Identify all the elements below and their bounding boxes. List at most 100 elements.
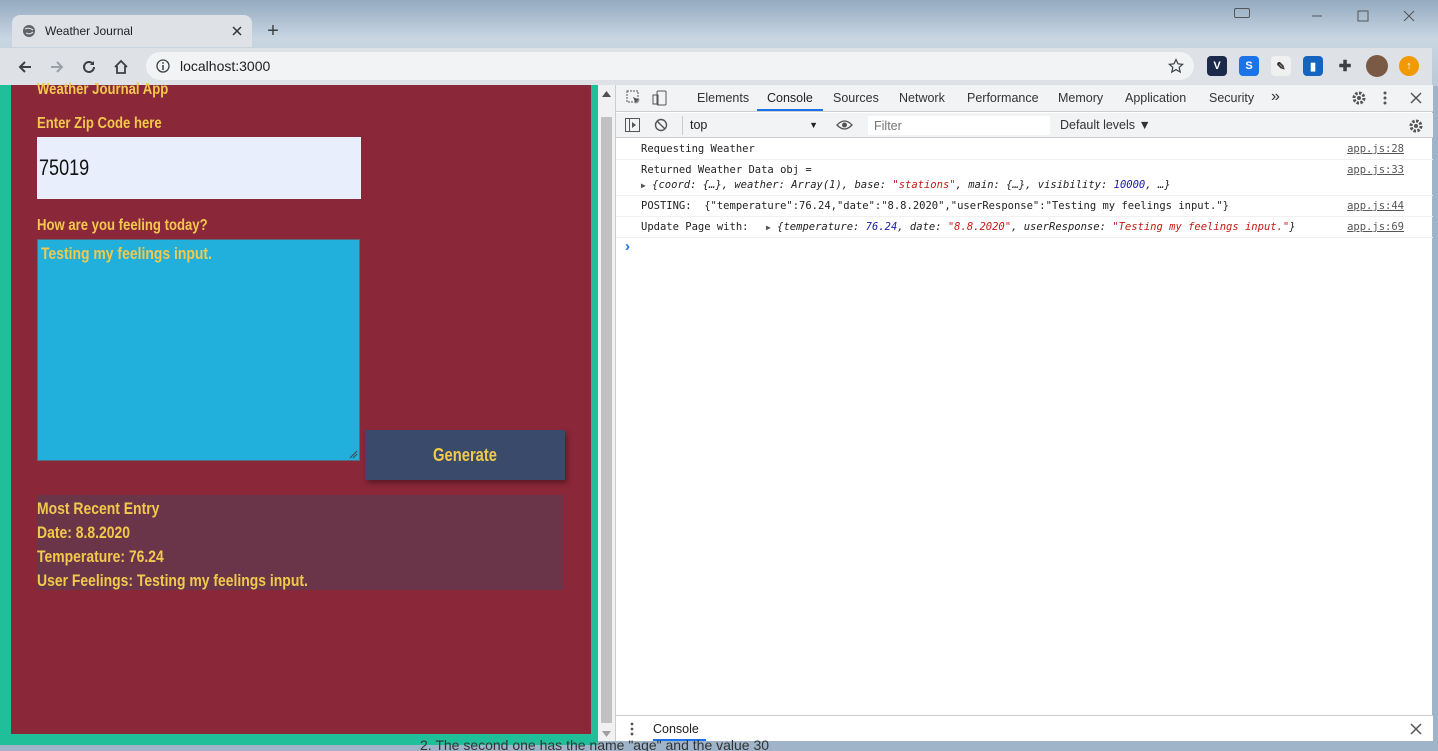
reload-button[interactable] [76, 54, 102, 80]
console-settings-icon[interactable] [1408, 118, 1424, 134]
obj-string: "stations" [892, 179, 956, 191]
clear-console-icon[interactable] [654, 118, 668, 132]
devtools-panel: Elements Console Sources Network Perform… [615, 85, 1433, 741]
close-icon [1403, 10, 1415, 22]
obj-part: {temperature: [777, 221, 866, 233]
source-link[interactable]: app.js:28 [1347, 143, 1404, 155]
drawer-tab-console[interactable]: Console [653, 722, 699, 736]
tab-elements[interactable]: Elements [697, 91, 749, 105]
weather-journal-page: Weather Journal App Enter Zip Code here … [11, 81, 591, 734]
obj-part: {coord: {…}, weather: Array(1), base: [652, 179, 893, 191]
recent-date: Date: 8.8.2020 [37, 523, 130, 542]
obj-string: "Testing my feelings input." [1112, 221, 1290, 233]
tab-sources[interactable]: Sources [833, 91, 879, 105]
message-text: Update Page with: [641, 221, 749, 233]
generate-button[interactable]: Generate [365, 430, 565, 480]
page-scrollbar[interactable] [598, 85, 615, 741]
gear-icon[interactable] [1351, 90, 1367, 106]
obj-part: , …} [1145, 179, 1171, 191]
recent-heading: Most Recent Entry [37, 499, 160, 518]
tab-security[interactable]: Security [1209, 91, 1254, 105]
active-tab-indicator [757, 109, 823, 111]
zip-value: 75019 [39, 155, 90, 180]
obj-part: } [1289, 221, 1296, 233]
recent-temperature: Temperature: 76.24 [37, 547, 164, 566]
plus-icon: + [267, 19, 279, 42]
resize-handle-icon[interactable] [349, 450, 358, 459]
info-icon [156, 59, 170, 73]
drawer-menu-icon[interactable] [630, 722, 634, 736]
home-icon [114, 59, 128, 74]
tab-performance[interactable]: Performance [967, 91, 1039, 105]
console-prompt[interactable]: › [625, 238, 630, 255]
extension-pen-icon[interactable]: ✎ [1271, 56, 1291, 76]
browser-toolbar: localhost:3000 V S ✎ ▮ ✚ ↑ [0, 48, 1432, 85]
console-message: Update Page with: ▶ {temperature: 76.24,… [616, 217, 1433, 238]
expand-triangle-icon[interactable]: ▶ [641, 181, 646, 190]
recent-feelings: User Feelings: Testing my feelings input… [37, 571, 308, 590]
object-preview[interactable]: ▶ {temperature: 76.24, date: "8.8.2020",… [766, 221, 1296, 233]
context-select[interactable]: top ▼ [682, 116, 822, 135]
message-text: Requesting Weather [641, 143, 755, 155]
tab-console[interactable]: Console [767, 91, 813, 105]
forward-button[interactable] [44, 54, 70, 80]
tab-application[interactable]: Application [1125, 91, 1186, 105]
scroll-up-icon[interactable] [602, 91, 611, 97]
feelings-textarea[interactable]: Testing my feelings input. [37, 239, 360, 461]
console-message: POSTING: {"temperature":76.24,"date":"8.… [616, 196, 1433, 217]
update-icon[interactable]: ↑ [1399, 56, 1419, 76]
maximize-button[interactable] [1340, 0, 1386, 32]
context-value: top [690, 118, 708, 132]
close-drawer-icon[interactable] [1410, 723, 1422, 735]
address-bar[interactable]: localhost:3000 [146, 52, 1194, 80]
minimize-button[interactable] [1294, 0, 1340, 32]
kebab-menu-icon[interactable] [1382, 90, 1388, 106]
message-text: POSTING: {"temperature":76.24,"date":"8.… [641, 200, 1229, 212]
levels-dropdown[interactable]: Default levels ▼ [1060, 118, 1151, 132]
tab-title: Weather Journal [45, 24, 133, 38]
eye-icon[interactable] [836, 119, 853, 131]
zip-input[interactable]: 75019 [37, 137, 361, 199]
globe-icon [23, 25, 35, 37]
console-message: Requesting Weather app.js:28 [616, 139, 1433, 160]
extension-v-icon[interactable]: V [1207, 56, 1227, 76]
app-title: Weather Journal App [37, 81, 169, 98]
close-tab-icon[interactable] [232, 26, 242, 36]
close-window-button[interactable] [1386, 0, 1432, 32]
source-link[interactable]: app.js:69 [1347, 221, 1404, 233]
obj-number: 10000 [1113, 179, 1146, 191]
background-document-text: 2. The second one has the name "age" and… [420, 737, 770, 751]
inspect-element-icon[interactable] [626, 90, 642, 106]
extension-s-icon[interactable]: S [1239, 56, 1259, 76]
device-toolbar-icon[interactable] [652, 90, 668, 106]
expand-triangle-icon[interactable]: ▶ [766, 223, 771, 232]
obj-part: , userResponse: [1011, 221, 1113, 233]
obj-part: , date: [897, 221, 948, 233]
tab-memory[interactable]: Memory [1058, 91, 1103, 105]
console-filterbar: top ▼ Default levels ▼ [616, 113, 1433, 138]
source-link[interactable]: app.js:44 [1347, 200, 1404, 212]
star-icon[interactable] [1168, 58, 1184, 74]
scrollbar-thumb[interactable] [601, 117, 612, 723]
source-link[interactable]: app.js:33 [1347, 164, 1404, 176]
generate-label: Generate [432, 444, 497, 465]
home-button[interactable] [108, 54, 134, 80]
puzzle-icon[interactable]: ✚ [1335, 56, 1355, 76]
browser-tab[interactable]: Weather Journal [12, 15, 252, 47]
arrow-right-icon [51, 61, 64, 73]
feelings-label: How are you feeling today? [37, 217, 208, 234]
extension-bookmark-icon[interactable]: ▮ [1303, 56, 1323, 76]
filter-input[interactable] [868, 116, 1050, 135]
minimize-icon [1312, 15, 1322, 17]
chevron-down-icon: ▼ [809, 120, 818, 130]
back-button[interactable] [12, 54, 38, 80]
close-devtools-icon[interactable] [1410, 92, 1422, 104]
sidebar-toggle-icon[interactable] [625, 118, 640, 132]
object-preview[interactable]: ▶ {coord: {…}, weather: Array(1), base: … [641, 179, 1171, 191]
more-tabs-button[interactable]: » [1271, 88, 1280, 106]
new-tab-button[interactable]: + [260, 18, 286, 44]
profile-switch-icon[interactable] [1234, 8, 1250, 18]
obj-number: 76.24 [865, 221, 898, 233]
avatar[interactable] [1366, 55, 1388, 77]
tab-network[interactable]: Network [899, 91, 945, 105]
